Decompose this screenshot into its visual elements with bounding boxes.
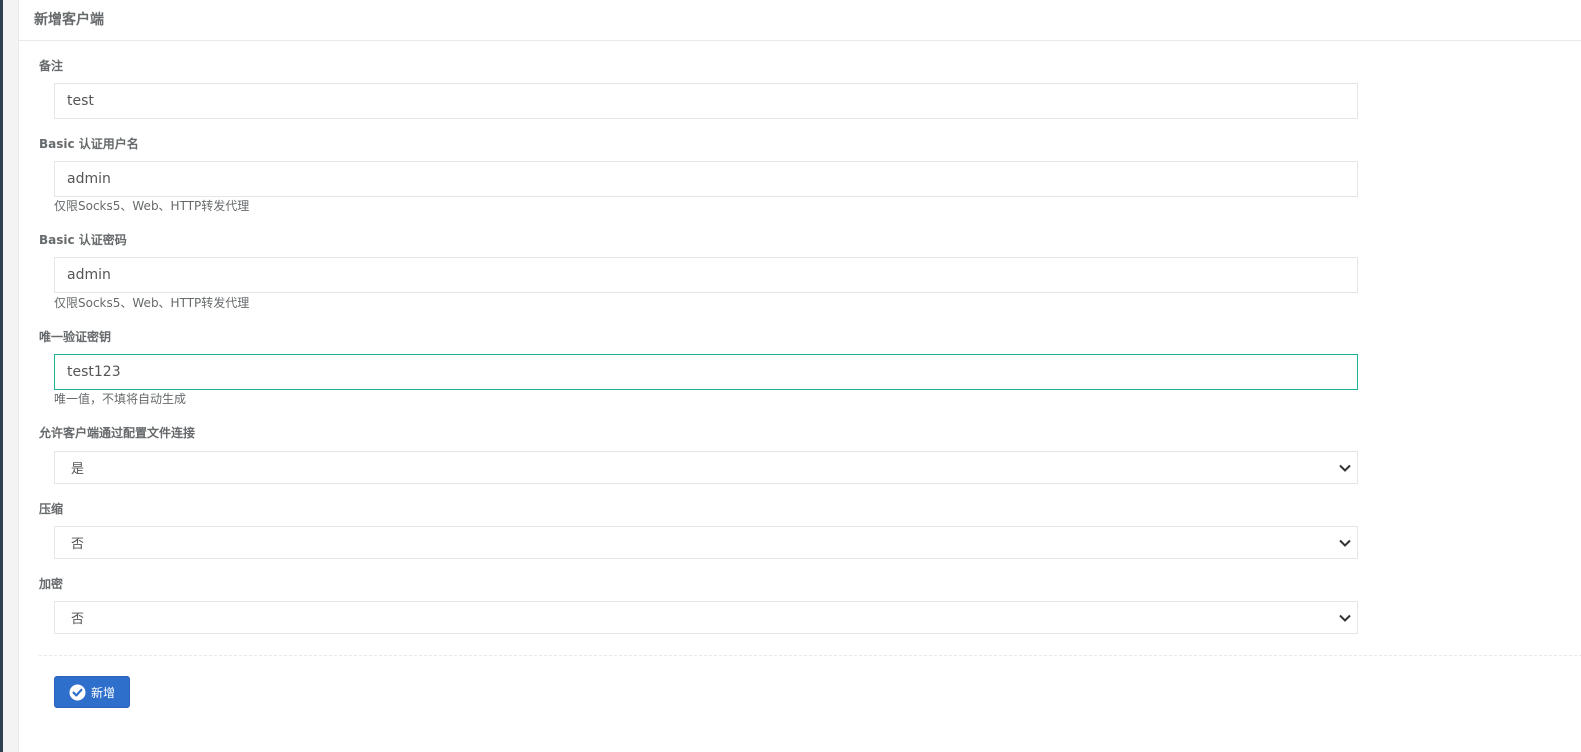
chevron-down-icon (1333, 527, 1357, 558)
add-client-panel: 新增客户端 备注 Basic 认证用户名 仅限Socks5、Web、HTTP转发… (18, 0, 1581, 752)
vkey-group: 唯一验证密钥 唯一值，不填将自动生成 (39, 328, 1359, 406)
add-button-label: 新增 (90, 685, 115, 700)
chevron-down-icon (1333, 602, 1357, 633)
form-divider (39, 655, 1581, 656)
basic-user-help: 仅限Socks5、Web、HTTP转发代理 (54, 199, 250, 213)
panel-header: 新增客户端 (19, 0, 1581, 41)
basic-user-group: Basic 认证用户名 仅限Socks5、Web、HTTP转发代理 (39, 135, 1359, 213)
compress-group: 压缩 否 (39, 500, 1359, 559)
config-conn-select[interactable]: 是 (54, 451, 1358, 484)
crypt-label: 加密 (39, 577, 64, 591)
basic-user-input[interactable] (54, 161, 1358, 197)
basic-password-group: Basic 认证密码 仅限Socks5、Web、HTTP转发代理 (39, 231, 1359, 310)
config-conn-group: 允许客户端通过配置文件连接 是 (39, 424, 1359, 484)
remark-group: 备注 (39, 57, 1359, 119)
add-button[interactable]: 新增 (54, 676, 130, 708)
basic-password-input[interactable] (54, 257, 1358, 293)
basic-password-help: 仅限Socks5、Web、HTTP转发代理 (54, 296, 250, 310)
basic-password-label: Basic 认证密码 (39, 233, 127, 247)
compress-value: 否 (71, 537, 85, 552)
crypt-group: 加密 否 (39, 575, 1359, 634)
remark-label: 备注 (39, 59, 64, 73)
panel-title: 新增客户端 (34, 12, 104, 28)
vkey-help: 唯一值，不填将自动生成 (54, 392, 187, 406)
compress-label: 压缩 (39, 502, 64, 516)
vkey-label: 唯一验证密钥 (39, 330, 112, 344)
crypt-select[interactable]: 否 (54, 601, 1358, 634)
compress-select[interactable]: 否 (54, 526, 1358, 559)
crypt-value: 否 (71, 612, 85, 627)
config-conn-value: 是 (71, 462, 85, 477)
check-circle-icon (69, 684, 86, 701)
chevron-down-icon (1333, 452, 1357, 483)
config-conn-label: 允许客户端通过配置文件连接 (39, 426, 196, 440)
remark-input[interactable] (54, 83, 1358, 119)
basic-user-label: Basic 认证用户名 (39, 137, 139, 151)
sidebar-edge (0, 0, 3, 752)
vkey-input[interactable] (54, 354, 1358, 390)
